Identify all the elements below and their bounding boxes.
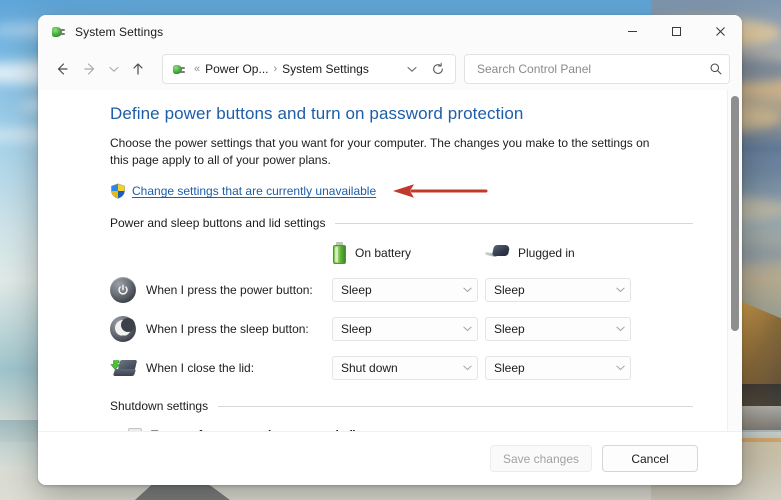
setting-label: When I close the lid: [146,360,255,375]
navigation-toolbar: « Power Op... › System Settings [38,48,742,90]
laptop-lid-icon [110,355,138,381]
breadcrumb-item-system-settings[interactable]: System Settings [282,62,369,76]
red-left-arrow-annotation [393,184,488,198]
search-box[interactable] [464,54,730,84]
dropdown-sleep-button-on-battery[interactable]: Sleep [332,316,478,341]
save-changes-button[interactable]: Save changes [489,445,592,472]
setting-row-sleep-button: When I press the sleep button: Sleep Sle… [110,309,693,348]
page-title: Define power buttons and turn on passwor… [110,104,524,123]
column-label: On battery [355,246,412,260]
dropdown-value: Sleep [494,360,525,375]
page-description: Choose the power settings that you want … [110,136,650,167]
section-header-power-buttons: Power and sleep buttons and lid settings [110,216,693,230]
dropdown-close-lid-plugged-in[interactable]: Sleep [485,355,631,380]
power-plug-icon [50,24,66,40]
dropdown-value: Sleep [341,282,372,297]
desktop-wallpaper: System Settings « Power Op... › System S… [0,0,781,500]
dropdown-power-button-on-battery[interactable]: Sleep [332,277,478,302]
address-dropdown-button[interactable] [399,57,425,81]
vertical-scrollbar[interactable] [727,90,742,431]
breadcrumb-separator: › [273,63,278,75]
up-arrow-icon [133,63,143,75]
setting-row-close-lid: When I close the lid: Shut down Sleep [110,348,693,387]
chevron-down-icon [463,365,472,371]
section-divider [335,222,693,224]
section-title: Power and sleep buttons and lid settings [110,216,326,230]
address-bar[interactable]: « Power Op... › System Settings [162,54,456,84]
breadcrumb-item-power-options[interactable]: Power Op... [205,62,268,76]
setting-label: When I press the sleep button: [146,321,309,336]
window-title: System Settings [75,24,164,39]
change-settings-link[interactable]: Change settings that are currently unava… [132,184,376,198]
back-arrow-icon [57,63,68,75]
fast-startup-label: Turn on fast startup (recommended) [151,428,357,431]
column-on-battery: On battery [332,242,485,264]
fast-startup-checkbox[interactable] [128,428,142,431]
chevron-down-icon [109,66,119,72]
power-plug-icon [171,62,186,77]
checkmark-icon [130,430,140,431]
refresh-icon [433,62,443,74]
up-button[interactable] [124,55,152,83]
column-label: Plugged in [518,246,575,260]
scrollbar-thumb[interactable] [731,96,739,331]
settings-pane: Define power buttons and turn on passwor… [38,90,727,431]
dropdown-power-button-plugged-in[interactable]: Sleep [485,277,631,302]
power-button-icon [110,276,136,303]
chevron-down-icon [616,365,625,371]
chevron-down-icon [616,287,625,293]
fast-startup-row: Turn on fast startup (recommended) [110,419,693,431]
close-button[interactable] [698,15,742,48]
content-area: Define power buttons and turn on passwor… [38,90,742,431]
search-icon[interactable] [709,62,723,76]
refresh-button[interactable] [425,57,451,81]
change-settings-row: Change settings that are currently unava… [110,182,693,200]
dropdown-value: Sleep [341,321,372,336]
column-headers: On battery Plugged in [110,236,693,270]
forward-arrow-icon [84,63,95,75]
section-header-shutdown: Shutdown settings [110,399,693,413]
uac-shield-icon [111,183,125,199]
minimize-button[interactable] [610,15,654,48]
maximize-button[interactable] [654,15,698,48]
dropdown-close-lid-on-battery[interactable]: Shut down [332,355,478,380]
column-plugged-in: Plugged in [484,244,575,262]
dialog-footer: Save changes Cancel [38,431,742,485]
chevron-down-icon [407,66,417,72]
setting-label: When I press the power button: [146,282,313,297]
battery-icon [332,242,347,264]
dropdown-value: Sleep [494,321,525,336]
forward-button[interactable] [76,55,104,83]
sleep-moon-icon [110,315,136,342]
dropdown-value: Shut down [341,360,398,375]
chevron-down-icon [616,326,625,332]
search-input[interactable] [475,61,709,77]
breadcrumb-overflow-separator[interactable]: « [194,63,200,75]
cancel-button[interactable]: Cancel [602,445,698,472]
back-button[interactable] [48,55,76,83]
setting-row-power-button: When I press the power button: Sleep Sle… [110,270,693,309]
chevron-down-icon [463,287,472,293]
power-plug-icon [484,244,511,262]
chevron-down-icon [463,326,472,332]
dropdown-sleep-button-plugged-in[interactable]: Sleep [485,316,631,341]
dropdown-value: Sleep [494,282,525,297]
title-bar: System Settings [38,15,742,48]
section-divider [218,405,693,407]
window-controls [610,15,742,48]
recent-locations-button[interactable] [104,55,124,83]
system-settings-window: System Settings « Power Op... › System S… [38,15,742,485]
section-title: Shutdown settings [110,399,209,413]
